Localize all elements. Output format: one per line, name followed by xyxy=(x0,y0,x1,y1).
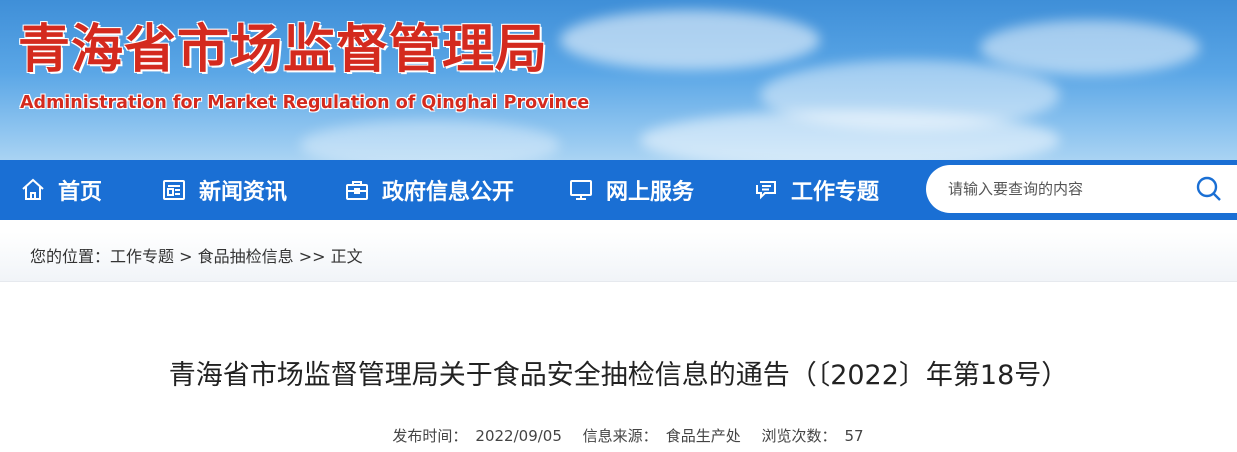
monitor-icon xyxy=(568,177,594,203)
search-box xyxy=(926,165,1237,213)
publish-label: 发布时间： xyxy=(392,427,468,445)
site-title: 青海省市场监督管理局 xyxy=(18,20,549,80)
views-label: 浏览次数： xyxy=(761,427,837,445)
search-input[interactable] xyxy=(948,180,1178,198)
views-value: 57 xyxy=(844,427,864,445)
nav-item-news[interactable]: 新闻资讯 xyxy=(161,160,287,220)
breadcrumb-link-work-topics[interactable]: 工作专题 xyxy=(110,247,174,266)
breadcrumb-link-food-inspection[interactable]: 食品抽检信息 xyxy=(198,247,294,266)
breadcrumb: 您的位置：工作专题 > 食品抽检信息 >> 正文 xyxy=(30,247,363,267)
view-count: 浏览次数： 57 xyxy=(757,427,867,445)
search-icon[interactable] xyxy=(1195,175,1223,203)
article-meta: 发布时间： 2022/09/05 信息来源： 食品生产处 浏览次数： 57 xyxy=(0,426,1237,446)
briefcase-icon xyxy=(344,177,370,203)
info-source: 信息来源： 食品生产处 xyxy=(579,427,745,445)
nav-label: 新闻资讯 xyxy=(199,180,288,205)
nav-item-work-topics[interactable]: 工作专题 xyxy=(753,160,879,220)
breadcrumb-bar: 您的位置：工作专题 > 食品抽检信息 >> 正文 xyxy=(0,232,1237,282)
site-banner: 青海省市场监督管理局 Administration for Market Reg… xyxy=(0,0,1237,160)
nav-item-home[interactable]: 首页 xyxy=(20,160,102,220)
newspaper-icon xyxy=(161,177,187,203)
breadcrumb-current: 正文 xyxy=(330,247,363,266)
site-subtitle: Administration for Market Regulation of … xyxy=(20,93,590,113)
source-label: 信息来源： xyxy=(582,427,658,445)
publish-value: 2022/09/05 xyxy=(475,427,562,445)
nav-label: 首页 xyxy=(58,180,103,205)
breadcrumb-separator: >> xyxy=(293,247,331,266)
banner-cloud xyxy=(980,20,1200,75)
publish-date: 发布时间： 2022/09/05 xyxy=(388,427,565,445)
banner-cloud xyxy=(300,120,560,160)
nav-label: 工作专题 xyxy=(791,180,880,205)
banner-cloud xyxy=(560,10,820,70)
article-title: 青海省市场监督管理局关于食品安全抽检信息的通告（〔2022〕年第18号） xyxy=(168,360,1069,391)
source-value: 食品生产处 xyxy=(665,427,741,445)
nav-item-gov-info[interactable]: 政府信息公开 xyxy=(344,160,514,220)
chat-icon xyxy=(753,177,779,203)
nav-label: 政府信息公开 xyxy=(382,180,515,205)
nav-label: 网上服务 xyxy=(606,180,695,205)
home-icon xyxy=(20,177,46,203)
nav-item-online-service[interactable]: 网上服务 xyxy=(568,160,694,220)
breadcrumb-separator: > xyxy=(174,247,198,266)
breadcrumb-prefix: 您的位置： xyxy=(30,247,111,266)
